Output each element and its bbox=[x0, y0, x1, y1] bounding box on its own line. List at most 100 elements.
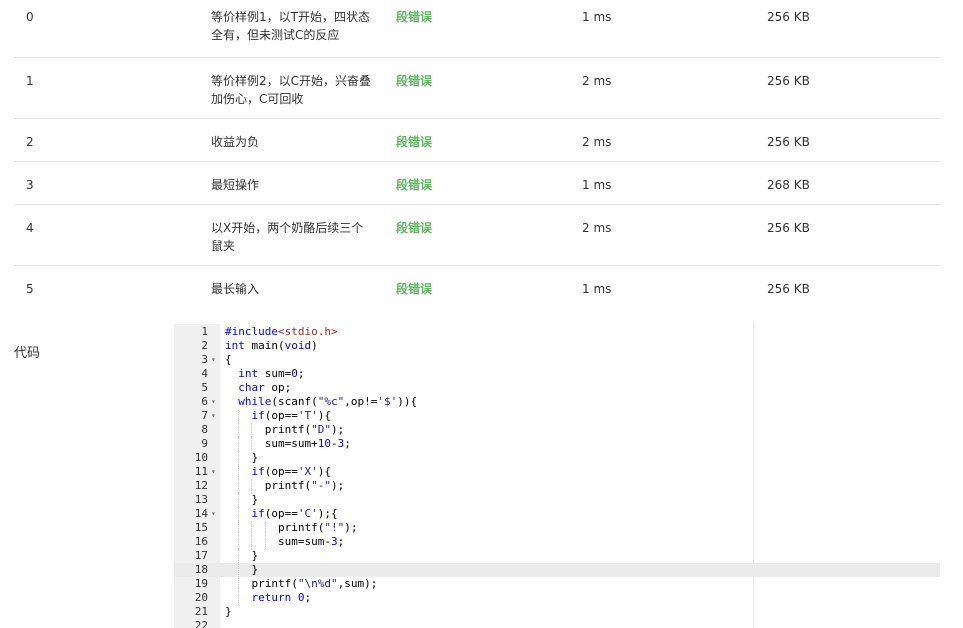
test-case-description-line: 最短操作 bbox=[211, 178, 260, 192]
line-number: 19 bbox=[194, 577, 208, 590]
test-case-description-line: 最长输入 bbox=[211, 282, 260, 296]
code-line[interactable]: 12 printf("-"); bbox=[174, 479, 940, 493]
test-time: 2 ms bbox=[582, 74, 612, 88]
line-number: 11 bbox=[194, 465, 208, 478]
line-number: 6 bbox=[201, 395, 208, 408]
test-case-id: 4 bbox=[26, 221, 34, 235]
code-line[interactable]: 20 return 0; bbox=[174, 591, 940, 605]
fold-toggle-icon[interactable]: ▾ bbox=[211, 409, 216, 423]
code-text: { bbox=[225, 353, 232, 366]
test-time: 2 ms bbox=[582, 221, 612, 235]
line-number: 15 bbox=[194, 521, 208, 534]
line-number: 20 bbox=[194, 591, 208, 604]
line-number: 8 bbox=[201, 423, 208, 436]
test-case-row: 2 收益为负 段错误 2 ms 256 KB bbox=[14, 119, 941, 162]
line-number: 12 bbox=[194, 479, 208, 492]
test-case-id: 5 bbox=[26, 282, 34, 296]
test-case-description-line: 以X开始，两个奶酪后续三个 bbox=[211, 221, 364, 235]
code-line[interactable]: 22 bbox=[174, 619, 940, 628]
line-number: 7 bbox=[201, 409, 208, 422]
code-line[interactable]: 3 ▾ { bbox=[174, 353, 940, 367]
fold-toggle-icon[interactable]: ▾ bbox=[211, 395, 216, 409]
test-memory: 256 KB bbox=[767, 221, 810, 235]
line-number: 10 bbox=[194, 451, 208, 464]
fold-toggle-icon[interactable]: ▾ bbox=[211, 353, 216, 367]
code-text: if(op=='C');{ bbox=[251, 507, 338, 520]
code-text: char op; bbox=[238, 381, 292, 394]
test-case-id: 2 bbox=[26, 135, 34, 149]
code-line[interactable]: 13 } bbox=[174, 493, 940, 507]
test-time: 2 ms bbox=[582, 135, 612, 149]
test-status-badge: 段错误 bbox=[396, 135, 433, 149]
test-case-row: 3 最短操作 段错误 1 ms 268 KB bbox=[14, 162, 941, 205]
test-case-description-line: 加伤心，C可回收 bbox=[211, 92, 304, 106]
line-number: 4 bbox=[201, 367, 208, 380]
test-results-table: 0 等价样例1，以T开始，四状态 全有，但未测试C的反应 段错误 1 ms 256 KB 1… bbox=[14, 0, 941, 308]
code-text: int sum=0; bbox=[238, 367, 305, 380]
test-memory: 268 KB bbox=[767, 178, 810, 192]
line-number: 13 bbox=[194, 493, 208, 506]
test-case-description-line: 收益为负 bbox=[211, 135, 260, 149]
test-memory: 256 KB bbox=[767, 135, 810, 149]
code-line[interactable]: 8 printf("D"); bbox=[174, 423, 940, 437]
code-editor[interactable]: 1 #include<stdio.h> 2 int main(void) 3 ▾{4 in… bbox=[174, 324, 940, 628]
test-memory: 256 KB bbox=[767, 282, 810, 296]
test-status-badge: 段错误 bbox=[396, 10, 433, 24]
code-text: } bbox=[225, 605, 232, 618]
code-line[interactable]: 21} bbox=[174, 605, 940, 619]
test-case-description: 以X开始，两个奶酪后续三个 鼠夹 bbox=[211, 219, 383, 255]
code-line[interactable]: 10 } bbox=[174, 451, 940, 465]
code-line[interactable]: 18 } bbox=[174, 563, 940, 577]
test-case-description-line: 鼠夹 bbox=[211, 239, 236, 253]
test-case-description-line: 等价样例1，以T开始，四状态 bbox=[211, 10, 370, 24]
line-number: 9 bbox=[201, 437, 208, 450]
code-text: if(op=='X'){ bbox=[251, 465, 332, 478]
test-case-description: 等价样例1，以T开始，四状态 全有，但未测试C的反应 bbox=[211, 8, 383, 44]
line-number: 22 bbox=[194, 619, 208, 628]
code-line[interactable]: 7 ▾ if(op=='T'){ bbox=[174, 409, 940, 423]
code-text: printf("D"); bbox=[225, 423, 345, 436]
code-line[interactable]: 4 int sum=0; bbox=[174, 367, 940, 381]
line-number: 14 bbox=[194, 507, 208, 520]
line-number: 5 bbox=[201, 381, 208, 394]
code-text: sum=sum-3; bbox=[225, 535, 345, 548]
code-line[interactable]: 19 printf("\n%d",sum); bbox=[174, 577, 940, 591]
code-text: } bbox=[225, 493, 259, 506]
test-case-description-line: 全有，但未测试C的反应 bbox=[211, 28, 340, 42]
test-case-description: 最长输入 bbox=[211, 280, 383, 298]
line-number: 21 bbox=[194, 605, 208, 618]
code-line[interactable]: 1 #include<stdio.h> bbox=[174, 325, 940, 339]
code-text: sum=sum+10-3; bbox=[225, 437, 351, 450]
test-status-badge: 段错误 bbox=[396, 74, 433, 88]
code-section-label: 代码 bbox=[14, 346, 41, 361]
code-line[interactable]: 17 } bbox=[174, 549, 940, 563]
code-text: if(op=='T'){ bbox=[251, 409, 332, 422]
code-line[interactable]: 14 ▾ if(op=='C');{ bbox=[174, 507, 940, 521]
test-status-badge: 段错误 bbox=[396, 221, 433, 235]
line-number: 3 bbox=[201, 353, 208, 366]
test-case-id: 1 bbox=[26, 74, 34, 88]
test-case-row: 5 最长输入 段错误 1 ms 256 KB bbox=[14, 266, 941, 308]
code-line[interactable]: 5 char op; bbox=[174, 381, 940, 395]
line-number: 2 bbox=[201, 339, 208, 352]
code-line[interactable]: 15 printf("!"); bbox=[174, 521, 940, 535]
fold-toggle-icon[interactable]: ▾ bbox=[211, 507, 216, 521]
code-text: printf("-"); bbox=[225, 479, 345, 492]
line-number: 1 bbox=[201, 325, 208, 338]
code-text: #include<stdio.h> bbox=[225, 325, 338, 338]
line-number: 16 bbox=[194, 535, 208, 548]
code-text: int main(void) bbox=[225, 339, 318, 352]
code-line[interactable]: 16 sum=sum-3; bbox=[174, 535, 940, 549]
test-case-description: 等价样例2，以C开始，兴奋叠 加伤心，C可回收 bbox=[211, 72, 383, 108]
line-number: 17 bbox=[194, 549, 208, 562]
fold-toggle-icon[interactable]: ▾ bbox=[211, 465, 216, 479]
test-memory: 256 KB bbox=[767, 74, 810, 88]
code-text: } bbox=[225, 451, 259, 464]
test-case-description: 收益为负 bbox=[211, 133, 383, 151]
code-text: printf("!"); bbox=[225, 521, 358, 534]
code-line[interactable]: 11 ▾ if(op=='X'){ bbox=[174, 465, 940, 479]
code-text: printf("\n%d",sum); bbox=[225, 577, 378, 590]
code-line[interactable]: 6 ▾ while(scanf("%c",op!='$')){ bbox=[174, 395, 940, 409]
code-line[interactable]: 9 sum=sum+10-3; bbox=[174, 437, 940, 451]
code-line[interactable]: 2 int main(void) bbox=[174, 339, 940, 353]
